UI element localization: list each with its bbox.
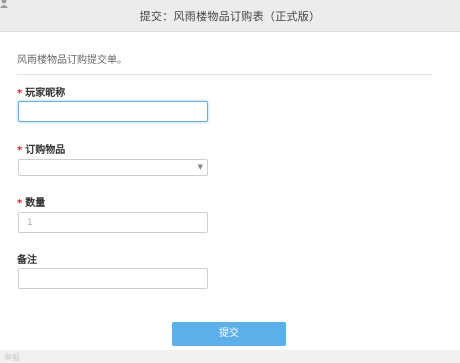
- form-panel: 风雨楼物品订购提交单。 * 玩家昵称 * 订购物品 ▼ * 数量 1 备注 提交: [0, 32, 460, 350]
- quantity-label: * 数量: [17, 198, 46, 209]
- remark-input[interactable]: [18, 268, 208, 289]
- form-title: 提交：风雨楼物品订购表（正式版）: [139, 10, 321, 23]
- nickname-input[interactable]: [18, 101, 208, 122]
- item-select[interactable]: ▼: [18, 159, 208, 176]
- remark-label: 备注: [17, 255, 37, 266]
- divider: [17, 74, 432, 75]
- user-icon: [0, 0, 8, 8]
- required-mark: *: [17, 198, 23, 209]
- required-mark: *: [17, 145, 23, 156]
- title-bar: 提交：风雨楼物品订购表（正式版）: [0, 0, 460, 32]
- chevron-down-icon: ▼: [197, 163, 203, 171]
- nickname-label: * 玩家昵称: [17, 88, 66, 99]
- required-mark: *: [17, 88, 23, 99]
- form-description: 风雨楼物品订购提交单。: [17, 55, 127, 66]
- report-link[interactable]: 举报: [4, 352, 20, 363]
- submit-button[interactable]: 提交: [172, 322, 286, 346]
- item-label: * 订购物品: [17, 145, 66, 156]
- quantity-input[interactable]: 1: [18, 212, 208, 233]
- quantity-placeholder: 1: [27, 218, 33, 228]
